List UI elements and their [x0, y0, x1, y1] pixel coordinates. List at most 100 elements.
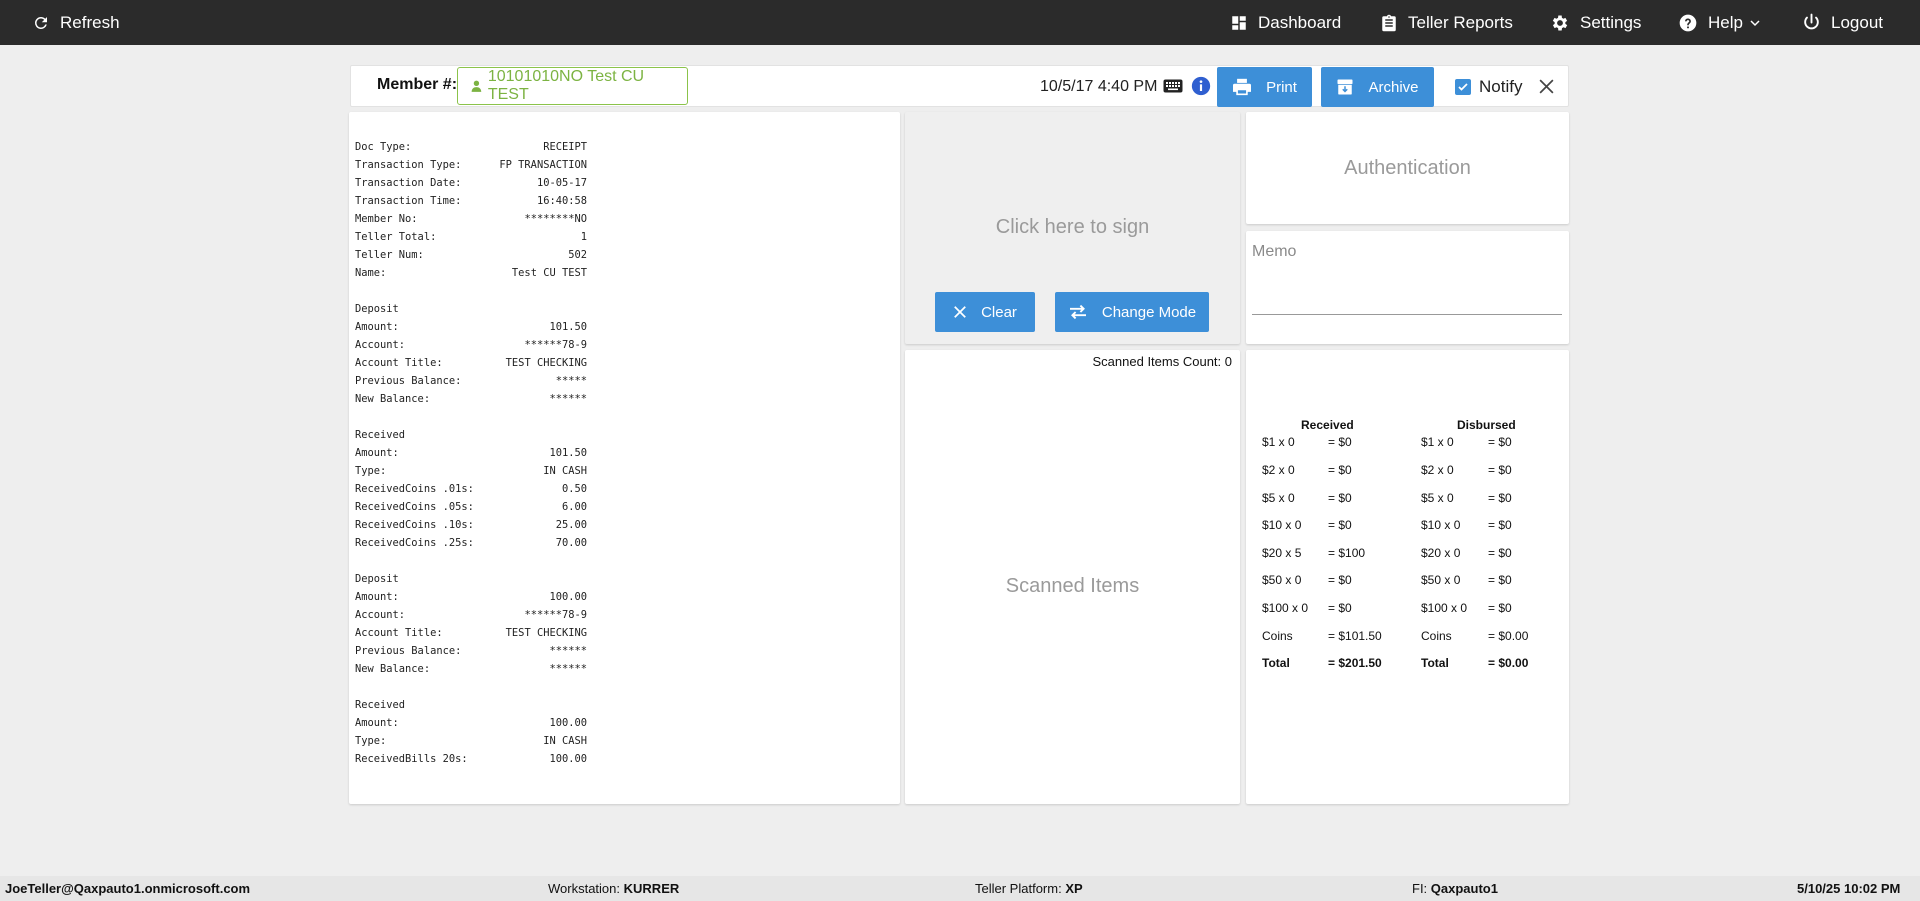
member-number-label: Member #:: [377, 76, 458, 93]
receipt-line: Received: [355, 696, 587, 714]
signature-pad[interactable]: Click here to sign Clear Change Mode: [905, 112, 1240, 344]
cash-cell: = $0: [1488, 518, 1512, 532]
cash-cell: $50 x 0: [1262, 573, 1302, 587]
cash-cell: $2 x 0: [1262, 463, 1295, 477]
receipt-key: Account Title:: [355, 627, 443, 639]
receipt-key: Transaction Time:: [355, 195, 462, 207]
nav-dashboard[interactable]: Dashboard: [1230, 0, 1341, 45]
cash-cell: = $0: [1328, 573, 1352, 587]
scanned-items-panel: Scanned Items Count: 0 Scanned Items: [905, 350, 1240, 804]
receipt-line: Transaction Time: 16:40:58: [355, 192, 587, 210]
memo-input[interactable]: [1252, 243, 1562, 315]
receipt-line: New Balance: ******: [355, 390, 587, 408]
cash-row: $10 x 0 = $0 $10 x 0 = $0: [1246, 518, 1569, 538]
receipt-value: *****: [555, 375, 587, 387]
user-icon: [471, 80, 482, 92]
cash-cell: = $100: [1328, 546, 1366, 560]
nav-teller-reports[interactable]: Teller Reports: [1380, 0, 1513, 45]
receipt-lines: Doc Type: RECEIPT Transaction Type: FP TRAN…: [355, 138, 587, 768]
receipt-value: 0.50: [561, 483, 587, 495]
nav-logout[interactable]: Logout: [1802, 0, 1883, 45]
refresh-button[interactable]: Refresh: [32, 0, 120, 45]
cash-cell: = $0: [1328, 435, 1352, 449]
receipt-key: Amount:: [355, 591, 399, 603]
receipt-line: ReceivedBills 20s: 100.00: [355, 750, 587, 768]
cash-cell: $5 x 0: [1421, 491, 1454, 505]
receipt-line: [355, 552, 587, 570]
cash-row: $1 x 0 = $0 $1 x 0 = $0: [1246, 435, 1569, 455]
receipt-key: Previous Balance:: [355, 645, 462, 657]
receipt-line: Amount: 100.00: [355, 588, 587, 606]
cash-cell: = $0: [1488, 463, 1512, 477]
status-footer: JoeTeller@Qaxpauto1.onmicrosoft.com Work…: [0, 876, 1920, 901]
receipt-line: Account: ******78-9: [355, 606, 587, 624]
dashboard-label: Dashboard: [1258, 12, 1342, 32]
cash-cell: = $201.50: [1328, 656, 1382, 670]
cash-cell: = $0: [1488, 601, 1512, 615]
clear-button[interactable]: Clear: [935, 292, 1035, 332]
member-select-button[interactable]: 10101010NO Test CU TEST: [457, 67, 688, 105]
receipt-value: 100.00: [549, 753, 587, 765]
platform-value: XP: [1065, 881, 1083, 896]
signature-prompt[interactable]: Click here to sign: [905, 216, 1240, 239]
close-icon[interactable]: [1538, 78, 1555, 95]
nav-help[interactable]: Help: [1678, 0, 1761, 45]
receipt-line: [355, 282, 587, 300]
checkmark-icon: [1458, 83, 1468, 91]
receipt-value: TEST CHECKING: [505, 357, 587, 369]
gear-icon: [1552, 15, 1568, 30]
receipt-line: [355, 678, 587, 696]
cash-row: $100 x 0 = $0 $100 x 0 = $0: [1246, 601, 1569, 621]
receipt-key: Deposit: [355, 573, 399, 585]
close-icon: [954, 306, 966, 318]
receipt-line: Deposit: [355, 570, 587, 588]
memo-panel: [1246, 231, 1569, 344]
receipt-line: Amount: 101.50: [355, 318, 587, 336]
cash-cell: $100 x 0: [1262, 601, 1309, 615]
receipt-line: Amount: 100.00: [355, 714, 587, 732]
refresh-label: Refresh: [60, 12, 120, 32]
workstation-label: Workstation:: [548, 881, 621, 896]
cash-breakdown-panel: Received Disbursed $1 x 0 = $0 $1 x 0 = $0 $…: [1246, 350, 1569, 804]
receipt-key: Deposit: [355, 303, 399, 315]
receipt-line: Transaction Date: 10-05-17: [355, 174, 587, 192]
authentication-title: Authentication: [1344, 157, 1471, 179]
authentication-panel[interactable]: Authentication: [1246, 112, 1569, 224]
receipt-value: RECEIPT: [543, 141, 587, 153]
print-button[interactable]: Print: [1217, 67, 1312, 107]
receipt-value: 70.00: [555, 537, 587, 549]
footer-user: JoeTeller@Qaxpauto1.onmicrosoft.com: [5, 881, 251, 896]
notify-checkbox[interactable]: [1455, 79, 1471, 95]
receipt-line: Account Title: TEST CHECKING: [355, 624, 587, 642]
cash-cell: = $0: [1488, 546, 1512, 560]
cash-cell: Total: [1421, 656, 1449, 670]
receipt-key: Member No:: [355, 213, 418, 225]
receipt-line: Amount: 101.50: [355, 444, 587, 462]
cash-cell: $1 x 0: [1262, 435, 1295, 449]
settings-label: Settings: [1580, 12, 1642, 32]
keyboard-icon[interactable]: [1163, 79, 1183, 93]
scanned-items-title: Scanned Items: [1005, 575, 1140, 597]
cash-cell: = $0: [1328, 518, 1352, 532]
info-icon[interactable]: [1191, 76, 1211, 96]
archive-icon: [1337, 79, 1353, 95]
receipt-line: ReceivedCoins .05s: 6.00: [355, 498, 587, 516]
receipt-line: ReceivedCoins .25s: 70.00: [355, 534, 587, 552]
cash-cell: $10 x 0: [1262, 518, 1302, 532]
change-mode-button[interactable]: Change Mode: [1055, 292, 1209, 332]
nav-settings[interactable]: Settings: [1550, 0, 1641, 45]
archive-button[interactable]: Archive: [1321, 67, 1434, 107]
top-navigation-bar: Refresh Dashboard Teller Reports Setting…: [0, 0, 1920, 45]
receipt-value: 10-05-17: [536, 177, 587, 189]
receipt-line: Deposit: [355, 300, 587, 318]
receipt-value: ******78-9: [524, 339, 587, 351]
teller-reports-label: Teller Reports: [1408, 12, 1513, 32]
cash-cell: $10 x 0: [1421, 518, 1461, 532]
notify-toggle[interactable]: Notify: [1455, 77, 1522, 97]
receipt-value: FP TRANSACTION: [499, 159, 587, 171]
receipt-value: TEST CHECKING: [505, 627, 587, 639]
logout-label: Logout: [1831, 12, 1883, 32]
cash-cell: $20 x 0: [1421, 546, 1461, 560]
receipt-line: Account: ******78-9: [355, 336, 587, 354]
cash-row: $50 x 0 = $0 $50 x 0 = $0: [1246, 573, 1569, 593]
